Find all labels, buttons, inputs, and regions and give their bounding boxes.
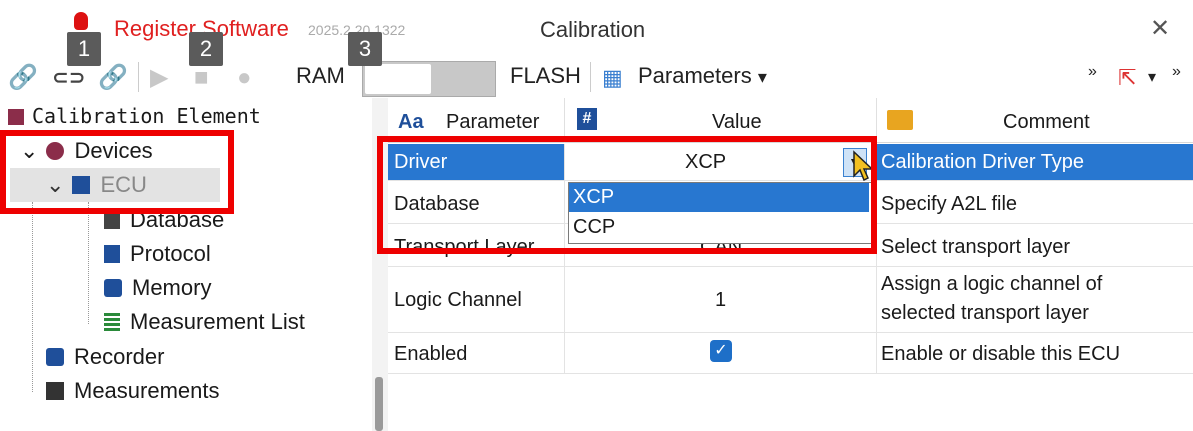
cell-text: Assign a logic channel of [881, 273, 1103, 295]
protocol-icon [104, 245, 120, 263]
cell-comment-driver: Calibration Driver Type [877, 144, 1193, 181]
overflow-icon[interactable]: » [1172, 58, 1181, 86]
cell-parameter-logic-channel[interactable]: Logic Channel [388, 267, 565, 333]
tree-item-label: Measurement List [130, 309, 305, 334]
calibration-icon [8, 109, 24, 125]
parameters-label: Parameters [638, 63, 752, 88]
cell-comment-database: Specify A2L file [877, 181, 1193, 224]
export-icon[interactable]: ⇱ [1118, 64, 1136, 92]
cell-value-logic-channel[interactable]: 1 [565, 267, 877, 333]
cell-parameter-enabled[interactable]: Enabled [388, 333, 565, 374]
recorder-icon [46, 348, 64, 366]
tree-item-memory[interactable]: Memory [104, 272, 211, 304]
tree-header-label: Calibration Element [32, 104, 261, 128]
cell-text: Logic Channel [394, 289, 522, 311]
tree-item-label: Memory [132, 275, 212, 300]
cell-text: selected transport layer [881, 302, 1089, 324]
cell-text: Enabled [394, 343, 468, 365]
flash-label: FLASH [510, 63, 581, 88]
link-icon[interactable]: 🔗 [8, 64, 38, 92]
cell-text: 1 [715, 289, 727, 311]
stop-icon[interactable]: ■ [194, 64, 209, 92]
tree-scrollbar-thumb[interactable] [375, 377, 383, 431]
cell-text: Enable or disable this ECU [881, 343, 1121, 365]
tree-item-protocol[interactable]: Protocol [104, 238, 211, 270]
toolbar-separator [138, 62, 139, 92]
record-icon[interactable]: ● [237, 64, 252, 92]
folder-icon [887, 110, 913, 130]
cell-text: Calibration Driver Type [881, 151, 1085, 173]
play-icon[interactable]: ▶ [150, 64, 168, 92]
step-badge-2: 2 [189, 32, 223, 66]
tree-item-label: Recorder [74, 344, 165, 369]
tree-item-measurements[interactable]: Measurements [46, 375, 220, 407]
toggle-knob [365, 64, 431, 94]
parameters-menu-button[interactable]: Parameters ▾ [638, 63, 767, 89]
ram-flash-toggle[interactable] [362, 61, 496, 97]
highlight-box-driver [377, 136, 877, 254]
tree-connector [32, 202, 33, 392]
chevron-down-icon[interactable]: ▾ [1148, 64, 1156, 92]
toolbar-separator [590, 62, 591, 92]
title-bar: Register Software 2025.2.20.1322 Calibra… [0, 0, 1193, 58]
tree-header: Calibration Element [8, 100, 261, 132]
number-type-icon: # [577, 108, 597, 130]
cell-text: Specify A2L file [881, 193, 1018, 215]
tree-item-label: Measurements [74, 378, 220, 403]
list-icon [104, 313, 120, 331]
cell-comment-logic-channel: Assign a logic channel of selected trans… [877, 267, 1193, 333]
overflow-icon[interactable]: » [1088, 58, 1097, 86]
column-header-comment[interactable]: Comment [877, 98, 1193, 143]
toolbar: 🔗 ⊂⊃ 🔗 ▶ ■ ● RAM FLASH ▦ Parameters ▾ » … [0, 58, 1193, 98]
tree-connector [88, 202, 89, 324]
ram-label: RAM [296, 63, 345, 88]
connect-icon[interactable]: ⊂⊃ [52, 64, 86, 92]
cell-comment-enabled: Enable or disable this ECU [877, 333, 1193, 374]
close-icon[interactable]: ✕ [1150, 14, 1170, 43]
step-badge-3: 3 [348, 32, 382, 66]
measurements-icon [46, 382, 64, 400]
tree-item-recorder[interactable]: Recorder [46, 341, 164, 373]
app-logo-icon [74, 12, 88, 30]
step-badge-1: 1 [67, 32, 101, 66]
cell-comment-transport-layer: Select transport layer [877, 224, 1193, 267]
highlight-box-devices [0, 130, 234, 214]
window-title: Calibration [540, 17, 646, 42]
tree-item-label: Protocol [130, 241, 211, 266]
cell-text: Select transport layer [881, 236, 1070, 258]
header-label: Comment [1003, 111, 1090, 133]
tree-item-measurement-list[interactable]: Measurement List [104, 306, 305, 338]
enabled-checkbox[interactable]: ✓ [710, 340, 732, 362]
memory-icon [104, 279, 122, 297]
chevron-down-icon: ▾ [757, 67, 767, 87]
parameters-icon[interactable]: ▦ [602, 64, 623, 92]
disconnect-icon[interactable]: 🔗 [98, 64, 128, 92]
